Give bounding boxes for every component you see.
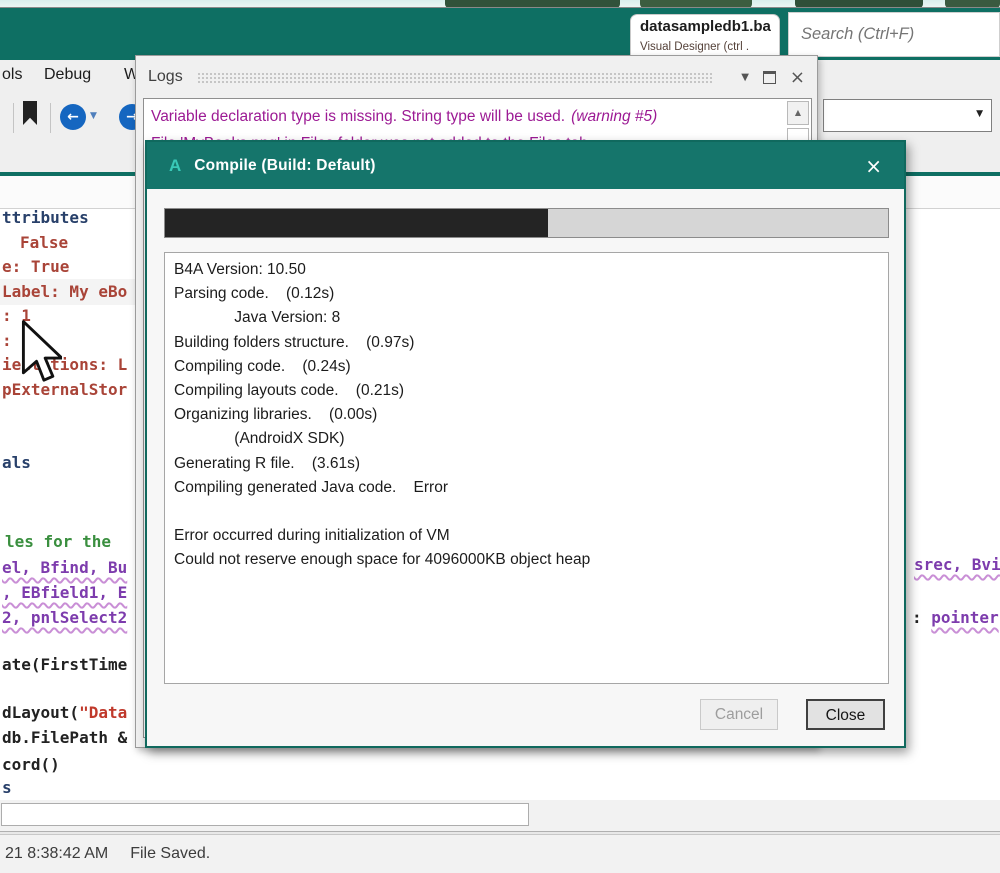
code-line: False [20, 233, 69, 252]
menu-item-debug[interactable]: Debug [44, 66, 91, 84]
bottom-progress-bar [1, 803, 529, 826]
progress-fill [165, 209, 549, 237]
mouse-cursor [21, 320, 62, 382]
log-warning-note: (warning #5) [571, 108, 658, 125]
menu-item-tools[interactable]: ols [2, 66, 22, 84]
designer-dropdown[interactable]: ▼ [823, 99, 992, 132]
compile-dialog-title: Compile (Build: Default) [194, 156, 376, 174]
code-line: les for the [5, 532, 111, 551]
code-editor-right[interactable]: srec, Bvi : pointer [912, 176, 1000, 800]
panel-grip-texture[interactable] [196, 71, 714, 83]
status-message: File Saved. [130, 845, 211, 862]
close-button[interactable]: Close [806, 699, 885, 730]
compile-dialog: A Compile (Build: Default) × B4A Version… [145, 140, 906, 748]
code-line: srec, Bvi [914, 555, 1000, 574]
pin-minimize-icon[interactable]: ▼ [741, 72, 749, 83]
compile-log-lines: B4A Version: 10.50 Parsing code. (0.12s) … [174, 261, 591, 569]
b4a-logo-icon: A [169, 155, 182, 175]
scroll-up-arrow-icon[interactable]: ▲ [787, 101, 809, 125]
code-fragment: dLayout( [2, 703, 80, 722]
tab-datasampledb1[interactable]: datasampledb1.ba Visual Designer (ctrl . [630, 14, 780, 60]
tab-title: datasampledb1.ba [640, 18, 771, 35]
code-line: 2, pnlSelect2 [2, 608, 128, 627]
compile-progress-bar [164, 208, 889, 238]
logs-title: Logs [148, 68, 183, 85]
code-line: e: True [2, 257, 70, 276]
variable-fragment: pointer [931, 608, 999, 627]
code-line: db.FilePath & [2, 728, 128, 747]
search-input[interactable] [789, 13, 999, 56]
close-icon[interactable]: × [865, 156, 882, 176]
log-warning-row[interactable]: Variable declaration type is missing. St… [151, 108, 657, 126]
code-line: ttributes [2, 208, 89, 227]
code-line: : [2, 331, 12, 350]
status-timestamp: 21 8:38:42 AM [5, 845, 109, 862]
compile-dialog-title-bar[interactable]: A Compile (Build: Default) × [147, 142, 904, 189]
code-line: Label: My eBo [2, 282, 128, 301]
code-line: dLayout("Data [2, 703, 127, 722]
navigate-back-button[interactable]: ← [60, 104, 86, 130]
string-fragment: "Data [79, 703, 128, 722]
back-history-caret-icon[interactable]: ▼ [90, 111, 97, 121]
compile-log-box[interactable]: B4A Version: 10.50 Parsing code. (0.12s) … [164, 252, 889, 684]
tab-subtitle: Visual Designer (ctrl . [640, 41, 750, 53]
code-line: s [2, 778, 12, 797]
code-line: ate(FirstTime [2, 655, 128, 674]
close-icon[interactable]: × [790, 67, 805, 88]
logs-title-bar[interactable]: Logs ▼ × [136, 56, 817, 98]
code-line: , EBfield1, E [2, 583, 128, 602]
toolbar-separator [50, 103, 51, 133]
log-warning-text: Variable declaration type is missing. St… [151, 108, 566, 125]
code-line: el, Bfind, Bu [2, 558, 128, 577]
code-editor-left[interactable]: ttributes False e: True Label: My eBo : … [0, 176, 135, 800]
cancel-button[interactable]: Cancel [700, 699, 778, 730]
chevron-down-icon: ▼ [976, 109, 983, 119]
toolbar-separator [13, 103, 14, 133]
status-bar: 21 8:38:42 AM File Saved. [0, 835, 1000, 873]
maximize-icon[interactable] [762, 70, 776, 84]
search-box[interactable] [788, 12, 1000, 57]
code-fragment: : [912, 608, 932, 627]
code-line: cord() [2, 755, 60, 774]
code-line: als [2, 453, 31, 472]
code-line: : pointer [912, 608, 999, 627]
